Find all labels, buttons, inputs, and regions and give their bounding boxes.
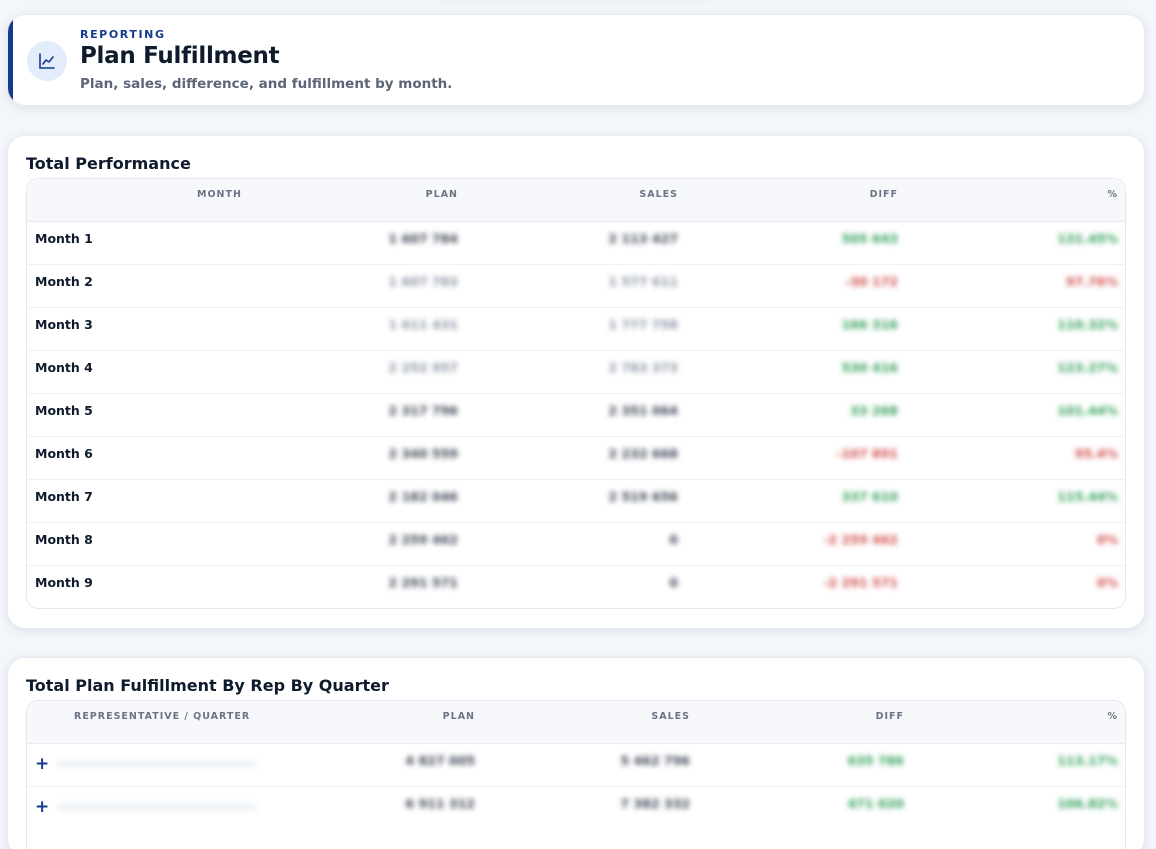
sales-cell: 5 462 796 — [620, 753, 690, 768]
diff-cell: -2 291 571 — [823, 575, 898, 590]
page-subtitle: Plan, sales, difference, and fulfillment… — [80, 76, 453, 92]
diff-cell: 505 643 — [841, 231, 898, 246]
table-row[interactable]: Month 6 2 340 559 2 232 668 -107 891 95.4% — [27, 437, 1125, 480]
rep-quarter-card: Total Plan Fulfillment By Rep By Quarter… — [7, 657, 1145, 849]
percent-cell: 0% — [1096, 532, 1118, 547]
rep-name-redacted — [57, 760, 257, 768]
plan-cell: 2 259 462 — [388, 532, 458, 547]
sales-cell: 2 232 668 — [608, 446, 678, 461]
month-cell: Month 3 — [35, 317, 93, 332]
table-header: REPRESENTATIVE / QUARTER PLAN SALES DIFF… — [27, 701, 1125, 744]
table-row[interactable]: Month 1 1 607 784 2 113 427 505 643 131.45% — [27, 222, 1125, 265]
plan-cell: 2 340 559 — [388, 446, 458, 461]
month-cell: Month 8 — [35, 532, 93, 547]
plan-cell: 2 252 957 — [388, 360, 458, 375]
diff-cell: -107 891 — [836, 446, 898, 461]
percent-cell: 115.44% — [1057, 489, 1118, 504]
column-header-plan[interactable]: PLAN — [426, 189, 458, 200]
table-row[interactable]: Month 8 2 259 462 0 -2 259 462 0% — [27, 523, 1125, 566]
total-performance-card: Total Performance MONTH PLAN SALES DIFF … — [7, 135, 1145, 629]
diff-cell: -30 172 — [844, 274, 898, 289]
percent-cell: 95.4% — [1074, 446, 1118, 461]
rep-name-redacted — [57, 803, 257, 811]
percent-cell: 0% — [1096, 575, 1118, 590]
sales-cell: 2 783 373 — [608, 360, 678, 375]
header-eyebrow: REPORTING — [80, 28, 166, 41]
diff-cell: 530 416 — [841, 360, 898, 375]
percent-cell: 113.17% — [1057, 753, 1118, 768]
top-scroll-shadow — [440, 0, 710, 2]
diff-cell: 33 268 — [850, 403, 898, 418]
percent-cell: 123.27% — [1057, 360, 1118, 375]
expand-plus-icon[interactable]: + — [35, 799, 49, 816]
page-title: Plan Fulfillment — [80, 43, 280, 69]
performance-table: MONTH PLAN SALES DIFF % Month 1 1 607 784… — [26, 178, 1126, 609]
month-cell: Month 2 — [35, 274, 93, 289]
diff-cell: 471 020 — [847, 796, 904, 811]
sales-cell: 7 382 332 — [620, 796, 690, 811]
section-title: Total Plan Fulfillment By Rep By Quarter — [26, 676, 389, 695]
plan-cell: 2 291 571 — [388, 575, 458, 590]
diff-cell: -2 259 462 — [823, 532, 898, 547]
rep-quarter-table: REPRESENTATIVE / QUARTER PLAN SALES DIFF… — [26, 700, 1126, 849]
column-header-sales[interactable]: SALES — [639, 189, 678, 200]
header-accent-bar — [8, 15, 13, 105]
table-row[interactable]: Month 3 1 611 431 1 777 758 166 316 110.32% — [27, 308, 1125, 351]
sales-cell: 1 777 758 — [608, 317, 678, 332]
table-row[interactable]: Month 5 2 317 796 2 351 064 33 268 101.44% — [27, 394, 1125, 437]
page-header: REPORTING Plan Fulfillment Plan, sales, … — [7, 14, 1145, 106]
column-header-rep[interactable]: REPRESENTATIVE / QUARTER — [74, 711, 250, 722]
plan-cell: 1 607 784 — [388, 231, 458, 246]
diff-cell: 635 786 — [847, 753, 904, 768]
column-header-month[interactable]: MONTH — [197, 189, 242, 200]
column-header-percent[interactable]: % — [1107, 189, 1118, 200]
table-body: Month 11 607 784 2 113 427 505 643 131.45% M… — [27, 222, 1125, 608]
month-cell: Month 7 — [35, 489, 93, 504]
month-cell: Month 5 — [35, 403, 93, 418]
percent-cell: 131.45% — [1057, 231, 1118, 246]
sales-cell: 0 — [669, 532, 678, 547]
section-title: Total Performance — [26, 154, 191, 173]
percent-cell: 106.82% — [1057, 796, 1118, 811]
plan-cell: 2 182 046 — [388, 489, 458, 504]
plan-cell: 2 317 796 — [388, 403, 458, 418]
plan-cell: 4 827 005 — [405, 753, 475, 768]
month-cell: Month 1 — [35, 231, 93, 246]
table-row[interactable]: Month 9 2 291 571 0 -2 291 571 0% — [27, 566, 1125, 608]
plan-cell: 6 911 312 — [405, 796, 475, 811]
percent-cell: 101.44% — [1057, 403, 1118, 418]
sales-cell: 2 351 064 — [608, 403, 678, 418]
column-header-diff[interactable]: DIFF — [876, 711, 904, 722]
table-row[interactable]: Month 2 1 607 783 1 577 611 -30 172 97.76% — [27, 265, 1125, 308]
sales-cell: 2 113 427 — [608, 231, 678, 246]
percent-cell: 97.76% — [1065, 274, 1118, 289]
column-header-sales[interactable]: SALES — [651, 711, 690, 722]
percent-cell: 110.32% — [1057, 317, 1118, 332]
sales-cell: 1 577 611 — [608, 274, 678, 289]
table-body: +4 827 005 5 462 796 635 786 113.17% +6 911 … — [27, 744, 1125, 830]
plan-cell: 1 611 431 — [388, 317, 458, 332]
diff-cell: 166 316 — [841, 317, 898, 332]
month-cell: Month 9 — [35, 575, 93, 590]
month-cell: Month 6 — [35, 446, 93, 461]
month-cell: Month 4 — [35, 360, 93, 375]
table-row[interactable]: Month 4 2 252 957 2 783 373 530 416 123.27% — [27, 351, 1125, 394]
line-chart-icon — [27, 41, 67, 81]
sales-cell: 2 519 656 — [608, 489, 678, 504]
diff-cell: 337 610 — [841, 489, 898, 504]
table-row[interactable]: +6 911 312 7 382 332 471 020 106.82% — [27, 787, 1125, 830]
column-header-diff[interactable]: DIFF — [870, 189, 898, 200]
column-header-plan[interactable]: PLAN — [443, 711, 475, 722]
plan-cell: 1 607 783 — [388, 274, 458, 289]
column-header-percent[interactable]: % — [1107, 711, 1118, 722]
table-header: MONTH PLAN SALES DIFF % — [27, 179, 1125, 222]
table-row[interactable]: Month 7 2 182 046 2 519 656 337 610 115.44% — [27, 480, 1125, 523]
sales-cell: 0 — [669, 575, 678, 590]
expand-plus-icon[interactable]: + — [35, 756, 49, 773]
table-row[interactable]: +4 827 005 5 462 796 635 786 113.17% — [27, 744, 1125, 787]
